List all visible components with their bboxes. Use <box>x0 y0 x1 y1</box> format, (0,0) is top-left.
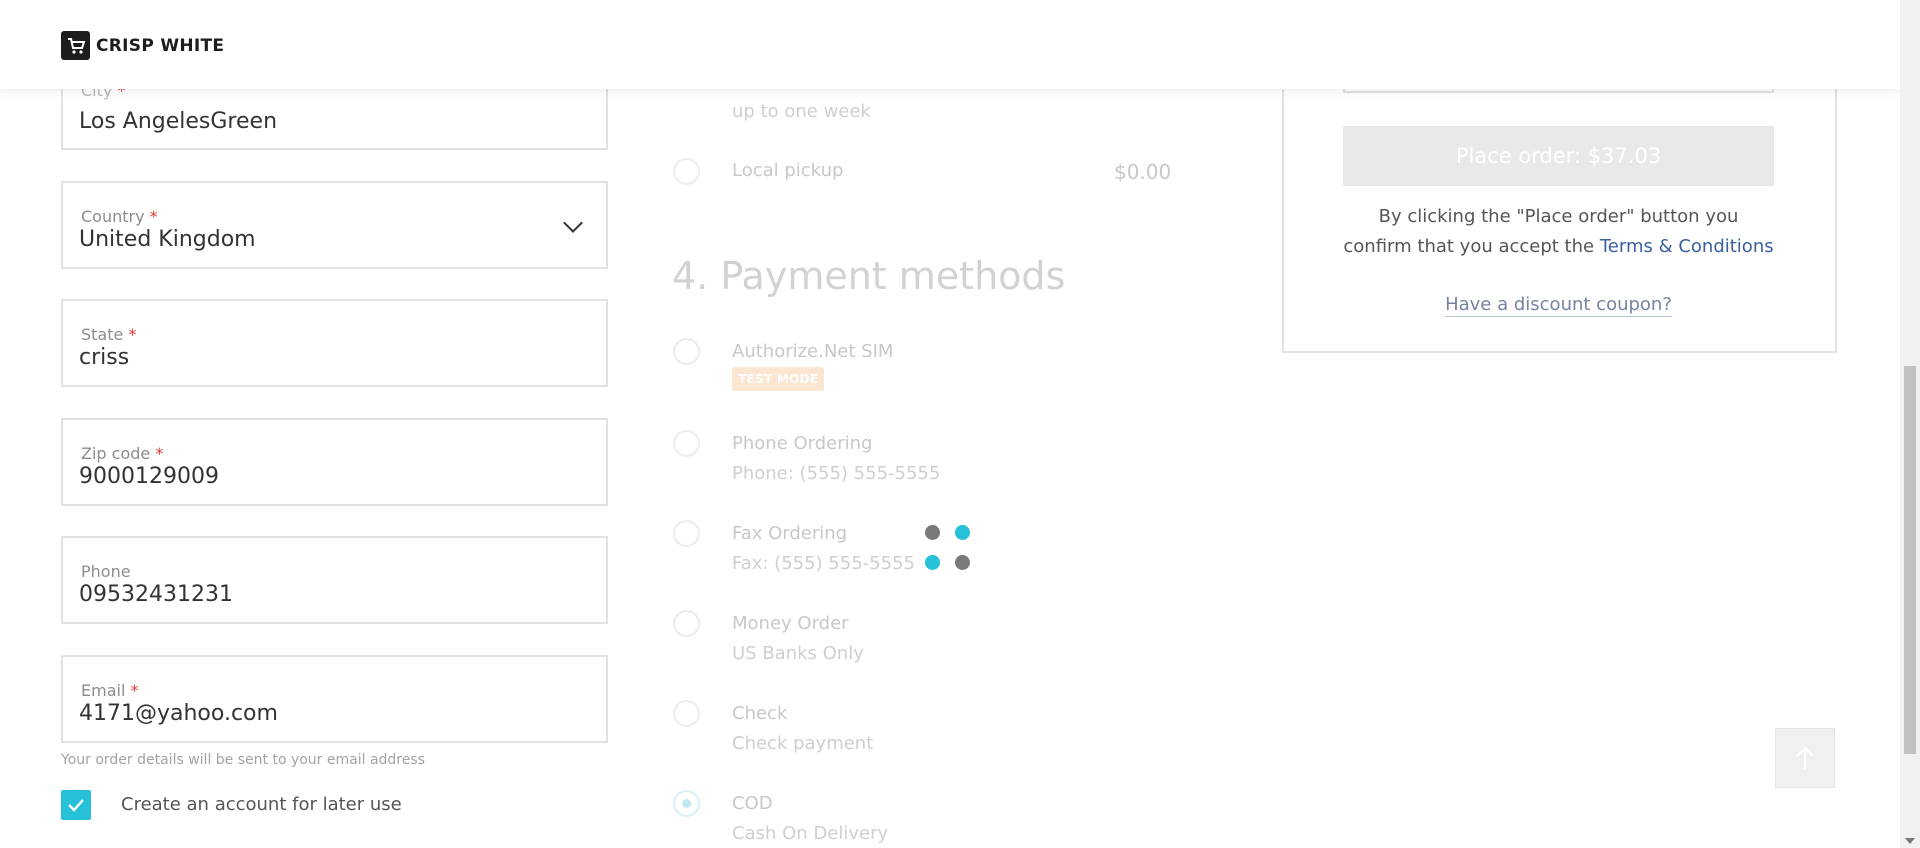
phone-value: 09532431231 <box>79 582 233 607</box>
payment-sub-money-order: US Banks Only <box>732 643 864 664</box>
payment-sub-phone: Phone: (555) 555-5555 <box>732 463 941 484</box>
spinner-dot <box>955 525 970 540</box>
order-confirm-text: By clicking the "Place order" button you… <box>1343 202 1774 262</box>
payment-title-money-order: Money Order <box>732 613 849 634</box>
test-mode-badge: TEST MODE <box>732 367 825 391</box>
brand-name: CRISP WHITE <box>96 35 225 56</box>
payment-title-phone: Phone Ordering <box>732 433 873 454</box>
discount-coupon-link[interactable]: Have a discount coupon? <box>1445 294 1672 317</box>
country-label: Country * <box>81 207 158 226</box>
scrollbar-thumb[interactable] <box>1904 366 1916 754</box>
local-pickup-radio[interactable] <box>673 158 700 185</box>
state-label: State * <box>81 325 137 344</box>
country-select[interactable]: Country * United Kingdom <box>61 181 608 269</box>
phone-label: Phone <box>81 562 131 581</box>
spinner-dot <box>925 555 940 570</box>
payment-methods-title: 4. Payment methods <box>672 254 1066 298</box>
coupon-link-wrap: Have a discount coupon? <box>1343 294 1774 317</box>
state-field[interactable]: State * criss <box>61 299 608 387</box>
payment-radio-phone[interactable] <box>673 430 700 457</box>
zip-value: 9000129009 <box>79 464 219 489</box>
payment-sub-cod: Cash On Delivery <box>732 823 889 844</box>
terms-link[interactable]: Terms & Conditions <box>1600 236 1774 257</box>
state-value: criss <box>79 345 130 370</box>
zip-field[interactable]: Zip code * 9000129009 <box>61 418 608 506</box>
email-value: 4171@yahoo.com <box>79 701 278 726</box>
payment-title-authorize: Authorize.Net SIM <box>732 341 894 362</box>
payment-title-check: Check <box>732 703 788 724</box>
checkmark-icon <box>68 799 84 812</box>
create-account-label[interactable]: Create an account for later use <box>121 794 402 815</box>
payment-sub-fax: Fax: (555) 555-5555 <box>732 553 915 574</box>
place-order-button[interactable]: Place order: $37.03 <box>1343 126 1774 186</box>
payment-radio-fax[interactable] <box>673 520 700 547</box>
scroll-down-arrow-icon[interactable] <box>1905 838 1915 844</box>
site-header: CRISP WHITE <box>0 0 1900 89</box>
email-label: Email * <box>81 681 139 700</box>
payment-radio-authorize[interactable] <box>673 338 700 365</box>
payment-sub-check: Check payment <box>732 733 874 754</box>
page-scrollbar[interactable] <box>1900 0 1920 848</box>
payment-radio-cod[interactable] <box>673 790 700 817</box>
scroll-to-top-button[interactable] <box>1775 728 1835 788</box>
spinner-dot <box>925 525 940 540</box>
payment-radio-money-order[interactable] <box>673 610 700 637</box>
payment-title-fax: Fax Ordering <box>732 523 848 544</box>
payment-title-cod: COD <box>732 793 773 814</box>
country-value: United Kingdom <box>79 227 256 252</box>
chevron-down-icon[interactable] <box>563 213 583 233</box>
phone-field[interactable]: Phone 09532431231 <box>61 536 608 624</box>
spinner-dot <box>955 555 970 570</box>
payment-radio-check[interactable] <box>673 700 700 727</box>
local-pickup-price: $0.00 <box>1114 160 1172 184</box>
arrow-up-icon <box>1796 746 1814 769</box>
email-hint: Your order details will be sent to your … <box>61 752 425 768</box>
email-field[interactable]: Email * 4171@yahoo.com <box>61 655 608 743</box>
zip-label: Zip code * <box>81 444 164 463</box>
brand-logo[interactable]: CRISP WHITE <box>61 31 224 60</box>
city-value: Los AngelesGreen <box>79 109 278 134</box>
create-account-checkbox[interactable] <box>61 790 91 820</box>
cart-logo-icon <box>61 31 90 60</box>
shipping-option-sub: up to one week <box>732 101 871 122</box>
local-pickup-label: Local pickup <box>732 160 844 181</box>
